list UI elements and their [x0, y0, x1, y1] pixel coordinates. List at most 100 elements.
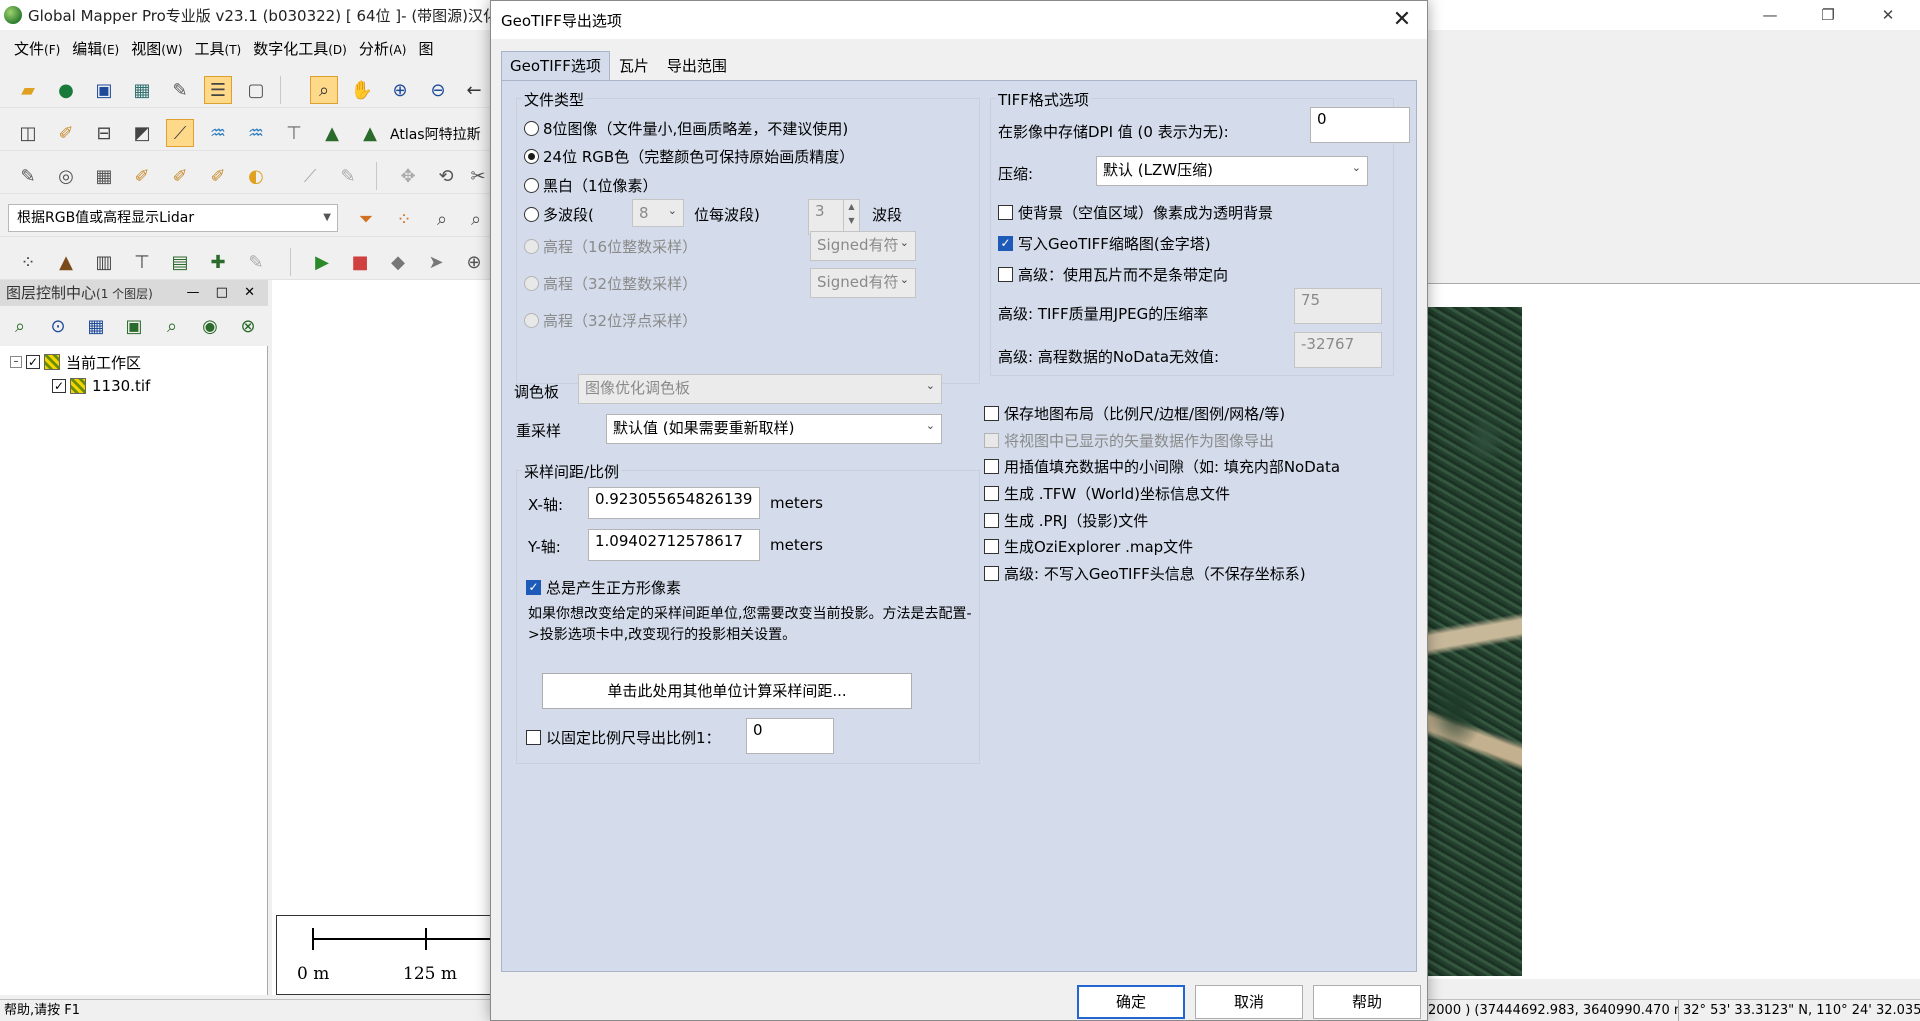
resample-select[interactable]: 默认值 (如果需要重新取样) ⌄ [606, 414, 942, 444]
tree-item-layer[interactable]: ✓ 1130.tif [52, 375, 150, 397]
transparent-bg-check-icon[interactable] [998, 205, 1013, 220]
multiband-bits-select[interactable]: 8 ⌄ [632, 199, 684, 227]
measure-icon[interactable]: ⟋ [166, 119, 194, 147]
write-overviews-checkbox[interactable]: ✓ 写入GeoTIFF缩略图(金字塔) [998, 233, 1211, 254]
overview-icon[interactable]: ▢ [242, 76, 270, 104]
no-geotiff-header-checkbox[interactable]: 高级: 不写入GeoTIFF头信息（不保存坐标系) [984, 563, 1306, 584]
tiles-orientation-checkbox[interactable]: 高级：使用瓦片而不是条带定向 [998, 264, 1228, 285]
multiband-bands-stepper[interactable]: 3 ▲ ▼ [808, 199, 860, 235]
rotate-icon[interactable]: ⟲ [432, 162, 460, 190]
edit-feature-icon[interactable]: ✐ [166, 162, 194, 190]
x-spacing-input[interactable]: 0.923055654826139 [588, 487, 760, 519]
wrench-icon[interactable]: ✎ [166, 76, 194, 104]
jpeg-quality-input[interactable]: 75 [1294, 288, 1382, 324]
fill-gaps-checkbox[interactable]: 用插值填充数据中的小间隙（如: 填充内部NoData [984, 456, 1340, 477]
filter-icon[interactable]: ⏷ [352, 205, 380, 233]
map-canvas[interactable] [272, 280, 490, 995]
open-folder-icon[interactable]: ▰ [14, 76, 42, 104]
transparent-bg-checkbox[interactable]: 使背景（空值区域）像素成为透明背景 [998, 202, 1273, 223]
zoom-in-icon[interactable]: ⊕ [386, 76, 414, 104]
edit-disabled-icon[interactable]: ✎ [334, 162, 362, 190]
no-geotiff-header-check-icon[interactable] [984, 566, 999, 581]
menu-more[interactable]: 图 [412, 38, 439, 59]
antenna-icon[interactable]: ⊤ [280, 119, 308, 147]
water-drop-icon[interactable]: ♒ [204, 119, 232, 147]
tab-export-bounds[interactable]: 导出范围 [658, 51, 736, 81]
digitize-line-icon[interactable]: ✎ [14, 162, 42, 190]
scissors-icon[interactable]: ✂ [464, 162, 492, 190]
radio-black-white[interactable]: 黑白（1位像素） [524, 175, 658, 196]
radio-elev32f-indicator[interactable] [524, 313, 539, 328]
tab-geotiff-options[interactable]: GeoTIFF选项 [501, 51, 610, 81]
terrain-analysis-icon[interactable]: ▲ [52, 248, 80, 276]
save-layout-checkbox[interactable]: 保存地图布局（比例尺/边框/图例/网格/等) [984, 403, 1285, 424]
tiles-orientation-check-icon[interactable] [998, 267, 1013, 282]
mountain-icon[interactable]: ▲ [356, 119, 384, 147]
zoom-select-icon[interactable]: ⌕ [310, 76, 338, 104]
layer-remove-icon[interactable]: ⊗ [234, 312, 262, 340]
y-spacing-input[interactable]: 1.09402712578617 [588, 529, 760, 561]
palette-select[interactable]: 图像优化调色板 ⌄ [578, 374, 942, 404]
gen-tfw-checkbox[interactable]: 生成 .TFW（World)坐标信息文件 [984, 483, 1230, 504]
dpi-input[interactable]: 0 [1310, 107, 1410, 143]
play-icon[interactable]: ▶ [308, 248, 336, 276]
gen-ozi-check-icon[interactable] [984, 539, 999, 554]
radio-8bit-indicator[interactable] [524, 121, 539, 136]
menu-file[interactable]: 文件(F) [8, 38, 66, 59]
fixed-scale-checkbox[interactable]: 以固定比例尺导出比例1： [526, 727, 721, 748]
shapes-icon[interactable]: ◐ [242, 162, 270, 190]
table-icon[interactable]: ▦ [128, 76, 156, 104]
move-icon[interactable]: ✥ [394, 162, 422, 190]
workspace-checkbox[interactable]: ✓ [26, 355, 40, 369]
split-view-icon[interactable]: ◫ [14, 119, 42, 147]
layer-zoom-icon[interactable]: ⌕ [6, 312, 34, 340]
export-vector-check-icon[interactable] [984, 433, 999, 448]
export-vector-checkbox[interactable]: 将视图中已显示的矢量数据作为图像导出 [984, 430, 1274, 451]
target-icon[interactable]: ◎ [52, 162, 80, 190]
globe-icon[interactable]: ● [52, 76, 80, 104]
pen-icon[interactable]: ✐ [52, 119, 80, 147]
puzzle-icon[interactable]: ✚ [204, 248, 232, 276]
edit-vertex-icon[interactable]: ✐ [128, 162, 156, 190]
compression-select[interactable]: 默认 (LZW压缩) ⌄ [1096, 156, 1368, 186]
grid-pen-icon[interactable]: ▦ [90, 162, 118, 190]
lidar-search-icon[interactable]: ⌕ [428, 205, 456, 233]
radio-24bit-indicator[interactable] [524, 149, 539, 164]
fast-forward-icon[interactable]: ➤ [422, 248, 450, 276]
dialog-close-button[interactable]: ✕ [1387, 5, 1417, 35]
fixed-scale-check-icon[interactable] [526, 730, 541, 745]
path-profile-icon[interactable]: ⊟ [90, 119, 118, 147]
radio-multiband-indicator[interactable] [524, 207, 539, 222]
menu-digitizer[interactable]: 数字化工具(D) [247, 38, 353, 59]
radio-multiband[interactable]: 多波段( [524, 204, 594, 225]
terrain-icon[interactable]: ▲ [318, 119, 346, 147]
radio-bw-indicator[interactable] [524, 178, 539, 193]
radio-elev16-indicator[interactable] [524, 239, 539, 254]
lidar-display-select[interactable]: 根据RGB值或高程显示Lidar ▼ [8, 204, 338, 232]
tree-collapse-icon[interactable]: – [10, 356, 22, 368]
save-icon[interactable]: ▣ [90, 76, 118, 104]
layer-visibility-icon[interactable]: ◉ [196, 312, 224, 340]
ruler-icon[interactable]: ⟋ [296, 162, 324, 190]
draw-area-icon[interactable]: ✐ [204, 162, 232, 190]
tower-icon[interactable]: ⊤ [128, 248, 156, 276]
radio-8bit[interactable]: 8位图像（文件量小,但画质略差，不建议使用) [524, 118, 848, 139]
radio-elev-32float[interactable]: 高程（32位浮点采样） [524, 310, 697, 331]
menu-tools[interactable]: 工具(T) [189, 38, 248, 59]
elev16-signed-select[interactable]: Signed有符 ⌄ [810, 231, 916, 261]
point-cloud-icon[interactable]: ⁘ [14, 248, 42, 276]
layer-attributes-icon[interactable]: ▦ [82, 312, 110, 340]
restore-button[interactable]: ❐ [1808, 2, 1848, 28]
square-pixels-checkbox[interactable]: ✓ 总是产生正方形像素 [526, 577, 681, 598]
brush-icon[interactable]: ✎ [242, 248, 270, 276]
gen-ozi-checkbox[interactable]: 生成OziExplorer .map文件 [984, 536, 1193, 557]
3d-view-icon[interactable]: ◩ [128, 119, 156, 147]
minimize-button[interactable]: — [1750, 2, 1790, 28]
tab-tiles[interactable]: 瓦片 [610, 51, 658, 81]
save-layout-check-icon[interactable] [984, 406, 999, 421]
pan-hand-icon[interactable]: ✋ [348, 76, 376, 104]
cancel-button[interactable]: 取消 [1195, 985, 1303, 1019]
gen-prj-checkbox[interactable]: 生成 .PRJ（投影)文件 [984, 510, 1148, 531]
radio-elev32-indicator[interactable] [524, 276, 539, 291]
help-button[interactable]: 帮助 [1313, 985, 1421, 1019]
